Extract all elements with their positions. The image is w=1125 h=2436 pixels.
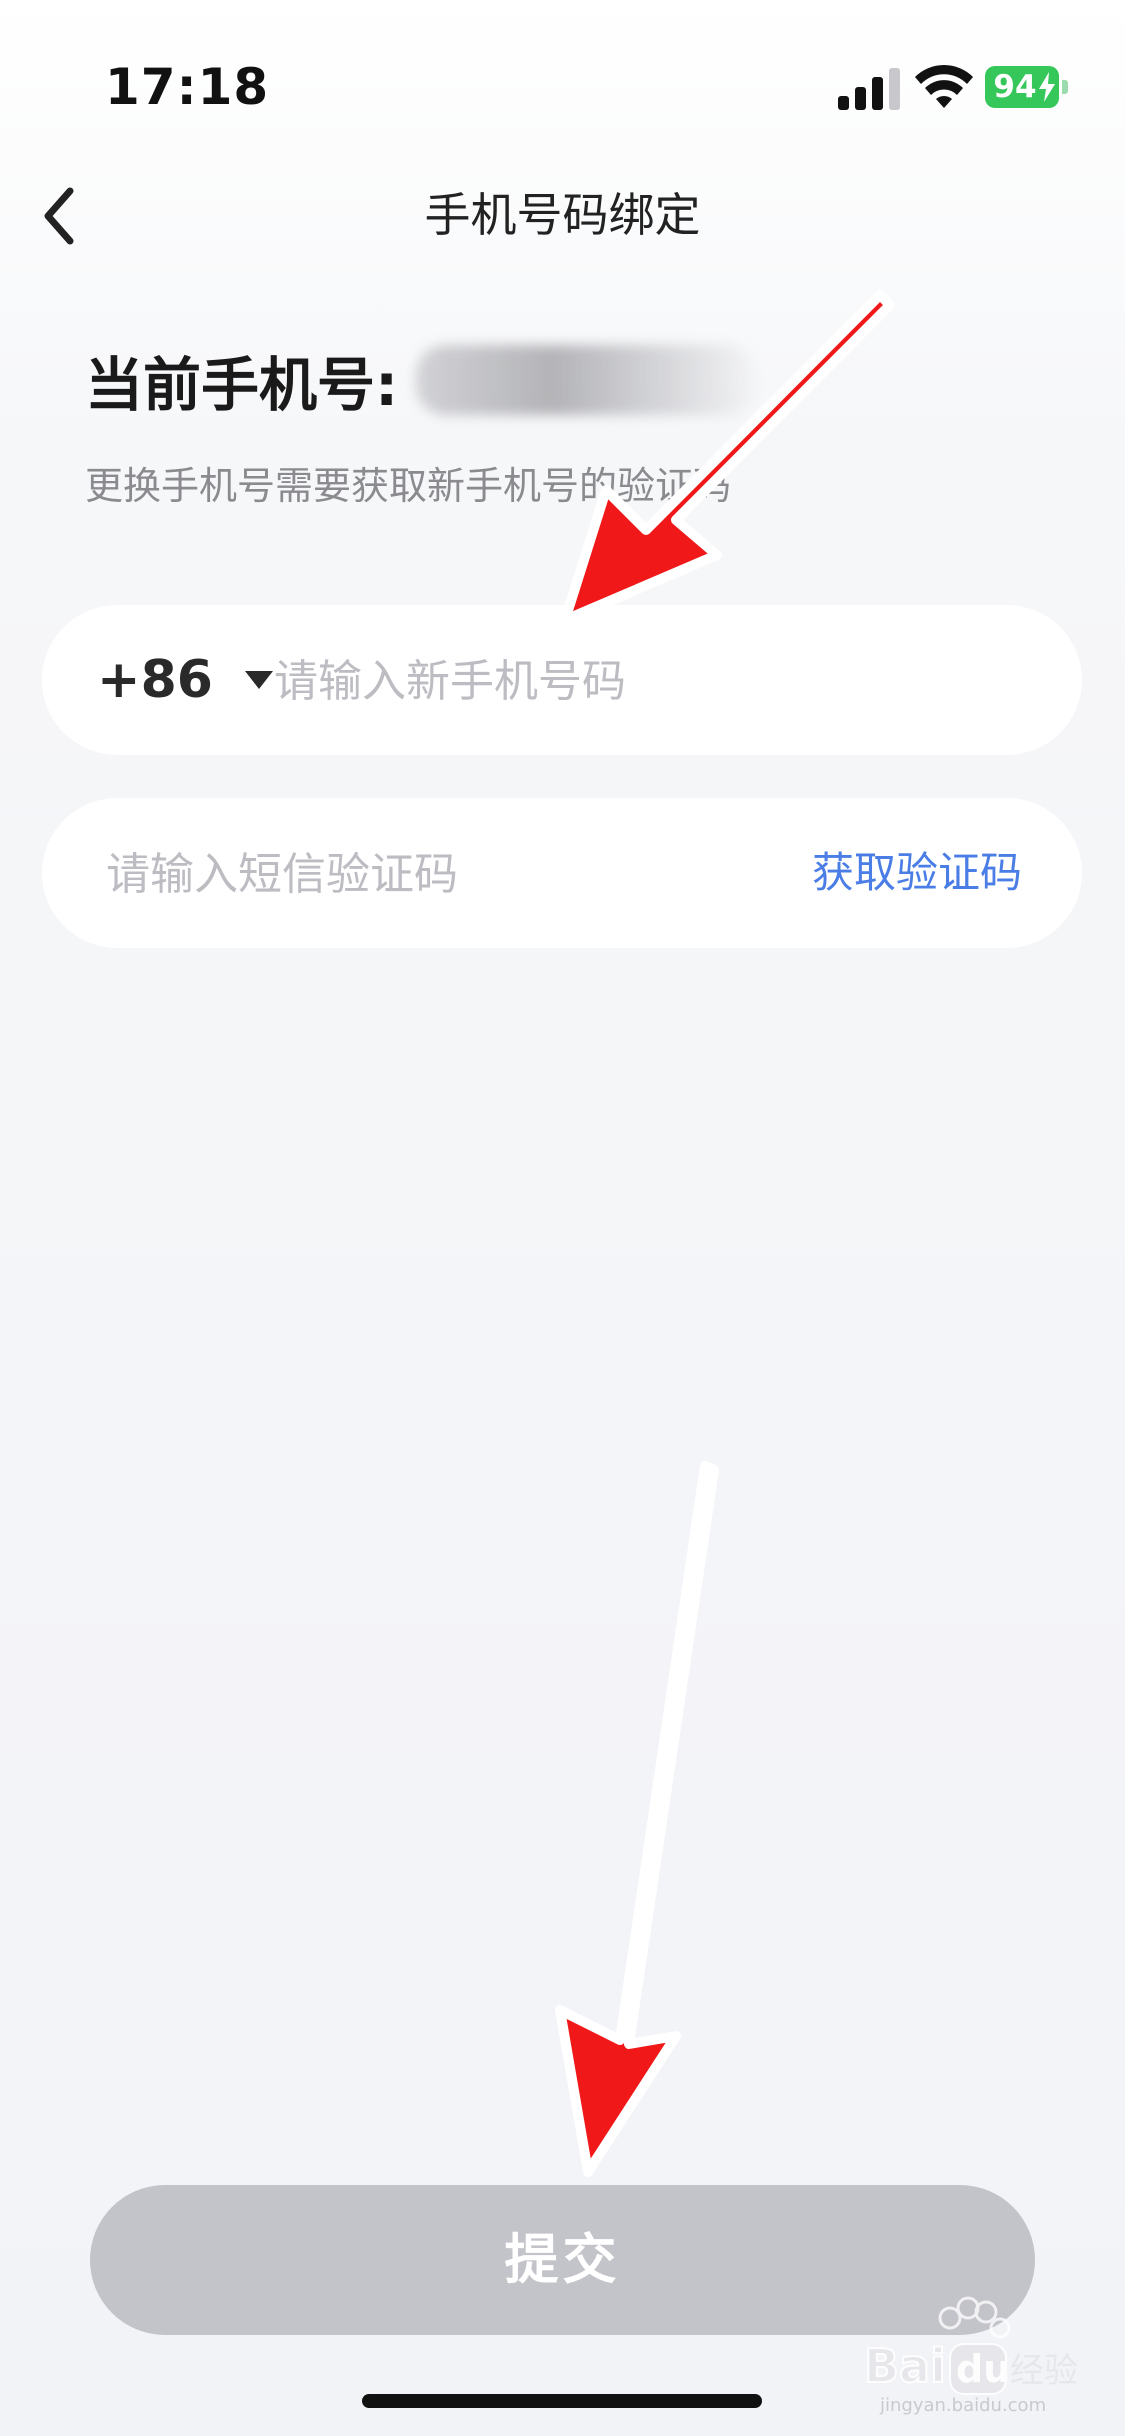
battery-indicator: 94 [985, 66, 1069, 108]
sms-code-field: 获取验证码 [42, 798, 1082, 948]
current-phone-label: 当前手机号: [85, 351, 399, 419]
svg-text:Bai: Bai [864, 2339, 946, 2393]
caret-down-icon [244, 671, 273, 689]
current-phone: 当前手机号: [85, 340, 757, 420]
new-phone-input[interactable] [272, 640, 1036, 722]
svg-text:du: du [956, 2347, 1010, 2391]
page-title: 手机号码绑定 [424, 188, 701, 242]
status-time: 17:18 [105, 58, 270, 116]
sms-code-input[interactable] [104, 833, 808, 915]
masked-phone-number [416, 345, 757, 415]
cellular-signal-icon [838, 68, 900, 110]
watermark-url: jingyan.baidu.com [880, 2395, 1047, 2416]
new-phone-field: +86 [42, 605, 1082, 755]
back-button[interactable] [30, 175, 110, 255]
battery-cap [1062, 80, 1068, 94]
nav-bar: 手机号码绑定 [0, 160, 1125, 270]
wifi-icon [915, 64, 973, 108]
home-indicator [362, 2394, 762, 2408]
status-bar: 17:18 94 [0, 0, 1125, 150]
charging-bolt-icon [1039, 72, 1055, 102]
svg-text:经验: 经验 [1010, 2351, 1078, 2391]
subtitle: 更换手机号需要获取新手机号的验证码 [85, 464, 732, 508]
battery-level: 94 [993, 69, 1037, 105]
country-code-selector[interactable]: +86 [97, 605, 273, 755]
arrow-to-submit-button [555, 1461, 719, 2177]
country-code: +86 [97, 650, 213, 710]
baidu-jingyan-watermark: Bai du 经验 [863, 2296, 1078, 2395]
chevron-left-icon [44, 187, 74, 245]
get-code-button[interactable]: 获取验证码 [812, 798, 1022, 948]
